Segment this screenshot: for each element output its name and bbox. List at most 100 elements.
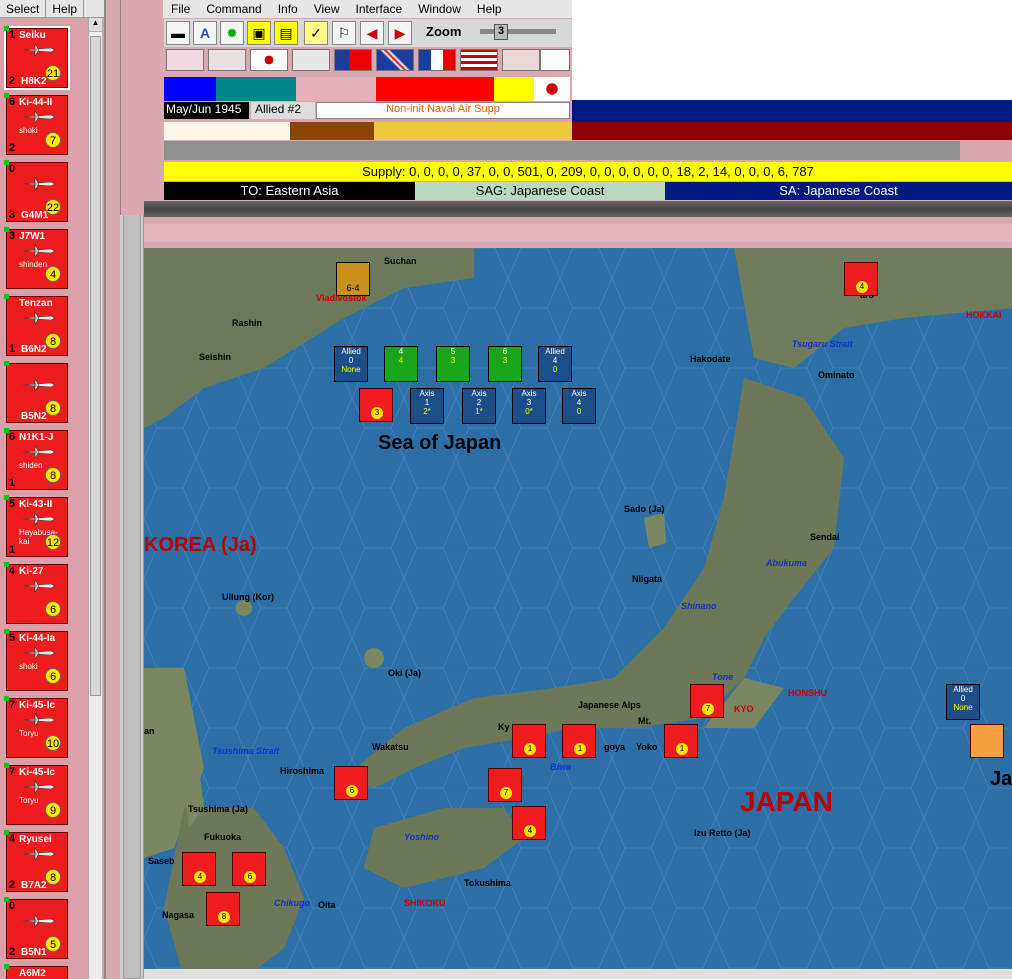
scroll-thumb[interactable] bbox=[90, 36, 101, 696]
city-wakatsu[interactable]: Wakatsu bbox=[372, 742, 409, 752]
flag-blank-icon[interactable] bbox=[292, 49, 330, 71]
naval-box-counter[interactable]: Allied 4 0 bbox=[538, 346, 572, 382]
air-unit-card[interactable]: 1 Seiku 2 H8K2 21 bbox=[4, 26, 70, 90]
city-ominato[interactable]: Ominato bbox=[818, 370, 855, 380]
allied-unit-counter[interactable] bbox=[970, 724, 1004, 758]
flag-france-icon[interactable] bbox=[418, 49, 456, 71]
naval-box-counter[interactable]: Axis 4 0 bbox=[562, 388, 596, 424]
japanese-unit-counter[interactable]: 8 bbox=[206, 892, 240, 926]
flag-japan-small-icon[interactable] bbox=[534, 77, 570, 101]
japanese-unit-counter[interactable]: 4 bbox=[182, 852, 216, 886]
air-unit-card[interactable]: 4 Ryusei 2 B7A2 8 bbox=[4, 830, 68, 892]
air-unit-card[interactable]: 5 Ki-44-Ia shoki 6 bbox=[4, 629, 68, 691]
city-seishin[interactable]: Seishin bbox=[199, 352, 231, 362]
city-tokushima[interactable]: Tokushima bbox=[464, 878, 511, 888]
flag-icon[interactable]: ⚐ bbox=[332, 21, 356, 45]
flag-china-icon[interactable] bbox=[334, 49, 372, 71]
tank-icon[interactable]: ▬ bbox=[166, 21, 190, 45]
city-sendai[interactable]: Sendai bbox=[810, 532, 840, 542]
japanese-unit-counter[interactable]: 4 bbox=[512, 806, 546, 840]
air-unit-card[interactable]: B5N2 8 bbox=[4, 361, 68, 423]
help-menu-left[interactable]: Help bbox=[46, 0, 85, 17]
menu-file[interactable]: File bbox=[163, 2, 198, 16]
menu-window[interactable]: Window bbox=[410, 2, 469, 16]
menu-info[interactable]: Info bbox=[270, 2, 306, 16]
city-rashin[interactable]: Rashin bbox=[232, 318, 262, 328]
flag-germany-icon[interactable] bbox=[166, 49, 204, 71]
naval-box-counter[interactable]: Axis 1 2* bbox=[410, 388, 444, 424]
air-unit-card[interactable]: 0 2 B5N1 5 bbox=[4, 897, 68, 959]
city-fukuoka[interactable]: Fukuoka bbox=[204, 832, 241, 842]
naval-box-counter[interactable]: Axis 3 0* bbox=[512, 388, 546, 424]
air-unit-card[interactable]: A6M2 bbox=[4, 964, 68, 979]
naval-box-counter[interactable]: 63 bbox=[488, 346, 522, 382]
map-title-bar[interactable] bbox=[144, 224, 1012, 242]
air-unit-card[interactable]: 6 N1K1-J shiden 1 8 bbox=[4, 428, 68, 490]
naval-box-counter[interactable]: Axis 2 1* bbox=[462, 388, 496, 424]
soviet-army-counter[interactable]: 6-4 bbox=[336, 262, 370, 296]
map-icon[interactable]: ▣ bbox=[247, 21, 271, 45]
japanese-unit-counter[interactable]: 1 bbox=[512, 724, 546, 758]
zoom-thumb[interactable]: 3 bbox=[494, 24, 508, 40]
japanese-unit-counter[interactable]: 3 bbox=[359, 388, 393, 422]
river-yoshino: Yoshino bbox=[404, 832, 440, 842]
japanese-unit-counter[interactable]: 1 bbox=[562, 724, 596, 758]
arrow-left-icon[interactable]: ◀ bbox=[360, 21, 384, 45]
flag-ussr-icon[interactable] bbox=[502, 49, 540, 71]
japanese-unit-counter[interactable]: 6 bbox=[232, 852, 266, 886]
box-counter-mid: 1 bbox=[424, 398, 430, 407]
naval-box-counter[interactable]: 53 bbox=[436, 346, 470, 382]
unit-name: Ki-43-II bbox=[19, 499, 53, 510]
gear-icon[interactable]: ✹ bbox=[220, 21, 244, 45]
japanese-unit-counter[interactable]: 4 bbox=[844, 262, 878, 296]
city-an[interactable]: an bbox=[144, 726, 155, 736]
city-niigata[interactable]: Niigata bbox=[632, 574, 662, 584]
air-unit-card[interactable]: 7 Ki-45-Ic Toryu 9 bbox=[4, 763, 68, 825]
naval-box-counter[interactable]: Allied 0 None bbox=[334, 346, 368, 382]
japanese-unit-counter[interactable]: 7 bbox=[488, 768, 522, 802]
air-unit-card[interactable]: 5 Ki-43-II Hayabusa-kai 1 12 bbox=[4, 495, 68, 557]
arrow-right-icon[interactable]: ▶ bbox=[388, 21, 412, 45]
air-unit-card[interactable]: 4 Ki-27 6 bbox=[4, 562, 68, 624]
menu-interface[interactable]: Interface bbox=[348, 2, 411, 16]
menu-help[interactable]: Help bbox=[469, 2, 510, 16]
city-hakodate[interactable]: Hakodate bbox=[690, 354, 731, 364]
japanese-unit-counter[interactable]: 1 bbox=[664, 724, 698, 758]
japanese-unit-counter[interactable]: 6 bbox=[334, 766, 368, 800]
city-yokohama[interactable]: Yoko bbox=[636, 742, 657, 752]
unit-list-scrollbar[interactable]: ▲ bbox=[88, 18, 102, 979]
city-nagoya[interactable]: goya bbox=[604, 742, 625, 752]
aircraft-icon bbox=[21, 311, 57, 325]
city-sasebo[interactable]: Saseb bbox=[148, 856, 175, 866]
menu-view[interactable]: View bbox=[306, 2, 348, 16]
flag-italy-icon[interactable] bbox=[208, 49, 246, 71]
air-unit-card[interactable]: Tenzan 1 B6N2 8 bbox=[4, 294, 68, 356]
zoom-slider[interactable] bbox=[480, 29, 556, 34]
flag-usa-icon[interactable] bbox=[460, 49, 498, 71]
air-unit-card[interactable]: 7 Ki-45-Ic Toryu 10 bbox=[4, 696, 68, 758]
flag-japan-rising-sun-icon[interactable] bbox=[250, 49, 288, 71]
check-icon[interactable]: ✓ bbox=[304, 21, 328, 45]
flag-uk-icon[interactable] bbox=[376, 49, 414, 71]
air-unit-card[interactable]: 6 Ki-44-II shoki 2 7 bbox=[4, 93, 68, 155]
city-hiroshima[interactable]: Hiroshima bbox=[280, 766, 324, 776]
font-icon[interactable]: A bbox=[193, 21, 217, 45]
city-ky[interactable]: Ky bbox=[498, 722, 510, 732]
grid-icon[interactable]: ▤ bbox=[274, 21, 298, 45]
aircraft-icon bbox=[21, 646, 57, 660]
map-horizontal-scrollbar[interactable] bbox=[144, 969, 1012, 979]
city-tokyo[interactable]: KYO bbox=[734, 704, 754, 714]
city-nagasaki[interactable]: Nagasa bbox=[162, 910, 194, 920]
naval-box-counter[interactable]: Allied 0 None bbox=[946, 684, 980, 720]
air-unit-card[interactable]: 3 J7W1 shinden 4 bbox=[4, 227, 68, 289]
city-oita[interactable]: Oita bbox=[318, 900, 336, 910]
japanese-unit-counter[interactable]: 7 bbox=[690, 684, 724, 718]
menu-command[interactable]: Command bbox=[198, 2, 269, 16]
target-icon[interactable] bbox=[540, 49, 570, 71]
naval-box-counter[interactable]: 44 bbox=[384, 346, 418, 382]
air-unit-card[interactable]: 0 3 G4M1 22 bbox=[4, 160, 68, 222]
map-view[interactable]: KOREA (Ja) Vladivostok Suchan Rashin Sei… bbox=[144, 248, 1012, 979]
scroll-up-icon[interactable]: ▲ bbox=[89, 18, 102, 32]
select-menu[interactable]: Select bbox=[0, 0, 47, 17]
city-suchan[interactable]: Suchan bbox=[384, 256, 417, 266]
